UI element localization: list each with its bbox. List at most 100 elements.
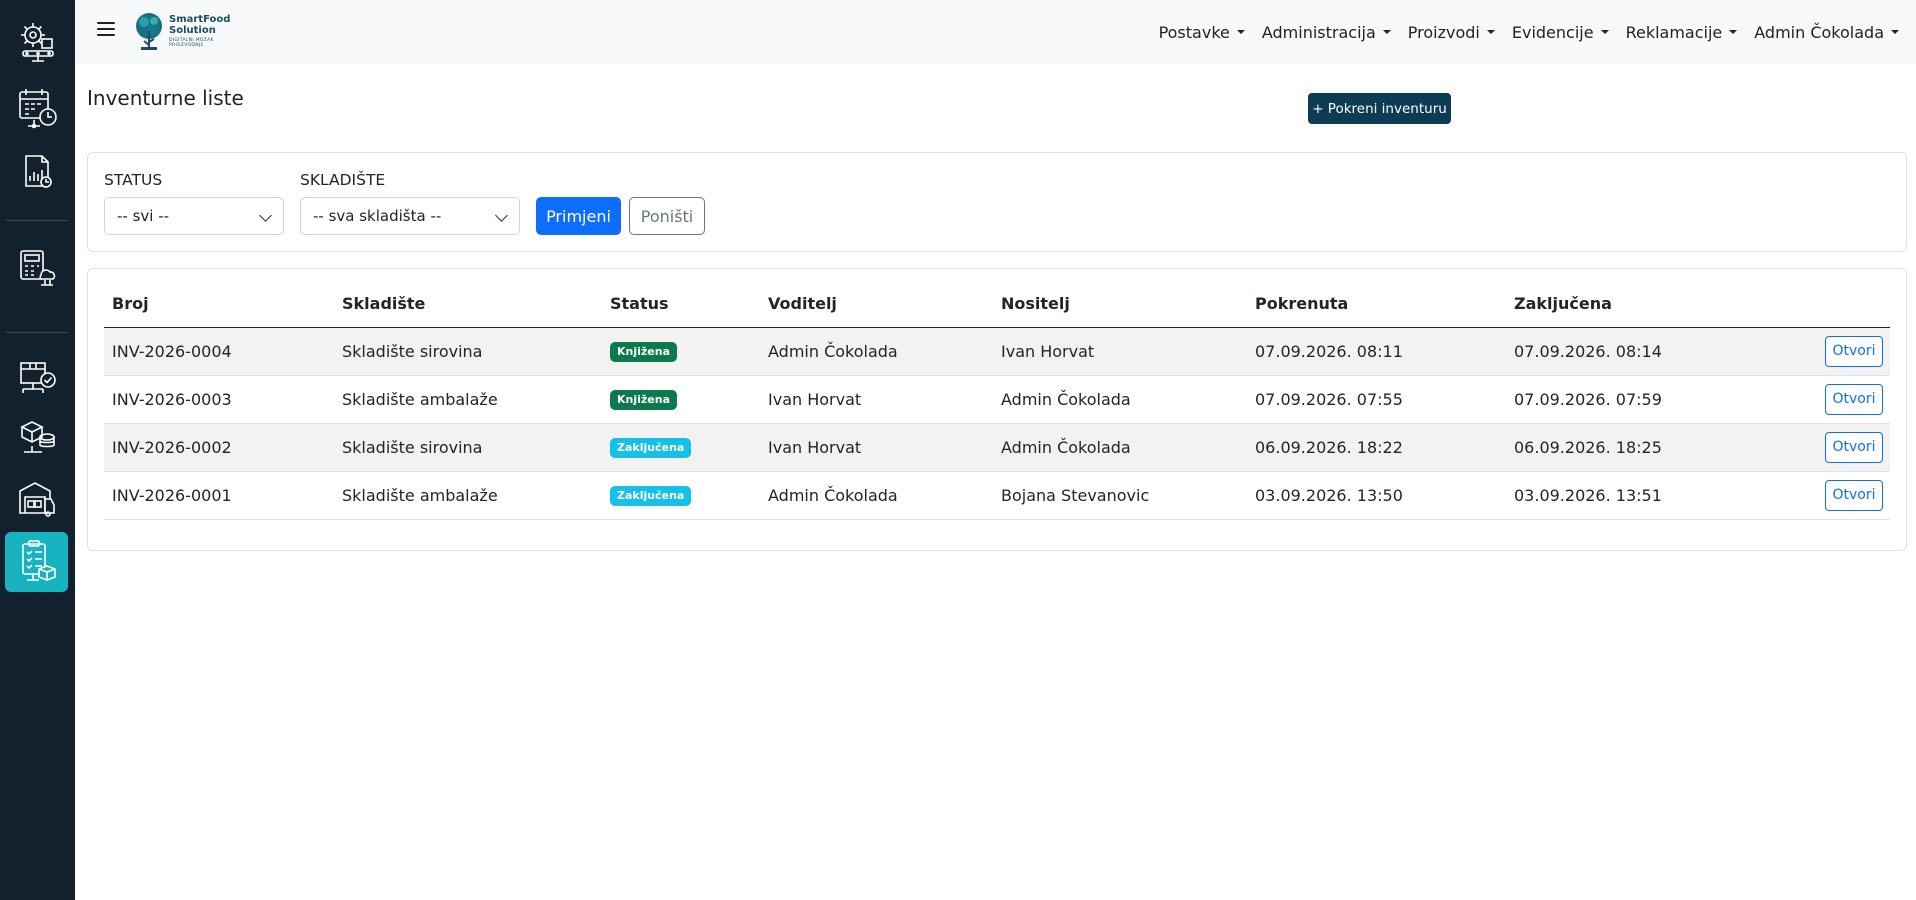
column-header: Nositelj <box>993 281 1247 328</box>
nav-products[interactable]: Proizvodi <box>1408 23 1495 42</box>
sidebar <box>0 0 75 900</box>
open-button[interactable]: Otvori <box>1825 383 1883 415</box>
lead-cell: Ivan Horvat <box>760 423 993 472</box>
app-logo[interactable]: SmartFood Solution DIGITALNI MOZAK PROIZVO… <box>132 11 232 53</box>
status-cell: Knjižena <box>602 327 760 376</box>
main-nav: Postavke Administracija Proizvodi Eviden… <box>1159 0 1916 64</box>
warehouse-cell: Skladište sirovina <box>334 327 602 376</box>
logo-text: SmartFood <box>169 14 231 25</box>
sidebar-item-costing[interactable] <box>5 238 68 298</box>
sidebar-item-receiving[interactable] <box>5 346 68 406</box>
column-header: Broj <box>104 281 334 328</box>
menu-toggle-icon[interactable] <box>97 22 115 38</box>
actions-cell: Otvori <box>1706 375 1890 424</box>
column-header: Skladište <box>334 281 602 328</box>
sidebar-item-inventory[interactable] <box>5 532 68 592</box>
caret-down-icon <box>1600 30 1609 34</box>
column-header: Status <box>602 281 760 328</box>
boxes-stack-icon <box>19 421 55 453</box>
actions-cell: Otvori <box>1706 471 1890 520</box>
table-header-row: Broj Skladište Status Voditelj Nositelj … <box>104 281 1890 328</box>
sidebar-divider <box>6 220 68 221</box>
open-button[interactable]: Otvori <box>1825 431 1883 463</box>
brain-tree-logo-icon <box>136 13 162 50</box>
warehouse-forklift-icon <box>18 482 55 517</box>
nav-complaints[interactable]: Reklamacije <box>1626 23 1738 42</box>
start-inventory-button[interactable]: + Pokreni inventuru <box>1308 93 1451 124</box>
column-header: Zaključena <box>1506 281 1706 328</box>
box-check-icon <box>19 362 56 393</box>
status-badge: Zaključena <box>610 438 692 458</box>
caret-down-icon <box>1236 30 1245 34</box>
started-cell: 07.09.2026. 08:11 <box>1247 327 1506 376</box>
table-row: INV-2026-0003 Skladište ambalaže Knjižena I… <box>104 375 1890 424</box>
nav-administration[interactable]: Administracija <box>1262 23 1391 42</box>
gear-conveyor-icon <box>20 23 54 62</box>
warehouse-select[interactable]: -- sva skladišta -- <box>300 197 520 235</box>
warehouse-filter-label: SKLADIŠTE <box>300 171 386 189</box>
filter-panel: STATUS -- svi -- SKLADIŠTE -- sva skladi… <box>87 152 1907 252</box>
actions-cell: Otvori <box>1706 423 1890 472</box>
inventory-number: INV-2026-0001 <box>104 471 334 520</box>
status-cell: Zaključena <box>602 423 760 472</box>
lead-cell: Admin Čokolada <box>760 327 993 376</box>
status-select[interactable]: -- svi -- <box>104 197 284 235</box>
logo-tagline: PROIZVODNJE <box>169 43 204 48</box>
apply-button[interactable]: Primjeni <box>536 197 621 235</box>
status-badge: Knjižena <box>610 390 678 410</box>
inventory-table-card: Broj Skladište Status Voditelj Nositelj … <box>87 268 1907 551</box>
inventory-number: INV-2026-0002 <box>104 423 334 472</box>
logo-text: Solution <box>169 25 216 36</box>
warehouse-cell: Skladište ambalaže <box>334 375 602 424</box>
table-row: INV-2026-0004 Skladište sirovina Knjižena A… <box>104 327 1890 376</box>
holder-cell: Bojana Stevanovic <box>993 471 1247 520</box>
sidebar-divider <box>6 332 68 333</box>
closed-cell: 07.09.2026. 08:14 <box>1506 327 1706 376</box>
open-button[interactable]: Otvori <box>1825 479 1883 511</box>
lead-cell: Ivan Horvat <box>760 375 993 424</box>
nav-settings[interactable]: Postavke <box>1159 23 1245 42</box>
warehouse-cell: Skladište sirovina <box>334 423 602 472</box>
sidebar-item-planning[interactable] <box>5 78 68 138</box>
warehouse-select-value: -- sva skladišta -- <box>313 207 442 225</box>
warehouse-cell: Skladište ambalaže <box>334 471 602 520</box>
column-header: Pokrenuta <box>1247 281 1506 328</box>
closed-cell: 03.09.2026. 13:51 <box>1506 471 1706 520</box>
clipboard-checklist-icon <box>21 540 56 581</box>
document-chart-icon <box>24 155 52 188</box>
status-badge: Knjižena <box>610 342 678 362</box>
status-cell: Knjižena <box>602 375 760 424</box>
started-cell: 07.09.2026. 07:55 <box>1247 375 1506 424</box>
sidebar-item-warehouse[interactable] <box>5 468 68 528</box>
reset-button[interactable]: Poništi <box>629 197 705 235</box>
nav-records[interactable]: Evidencije <box>1512 23 1609 42</box>
holder-cell: Admin Čokolada <box>993 375 1247 424</box>
holder-cell: Admin Čokolada <box>993 423 1247 472</box>
table-row: INV-2026-0001 Skladište ambalaže Zaključen… <box>104 471 1890 520</box>
page-title: Inventurne liste <box>87 86 244 110</box>
status-badge: Zaključena <box>610 486 692 506</box>
calculator-cloud-icon <box>19 250 55 286</box>
started-cell: 03.09.2026. 13:50 <box>1247 471 1506 520</box>
inventory-table: Broj Skladište Status Voditelj Nositelj … <box>104 281 1890 520</box>
nav-user-menu[interactable]: Admin Čokolada <box>1754 23 1899 42</box>
sidebar-item-reports[interactable] <box>5 142 68 202</box>
closed-cell: 06.09.2026. 18:25 <box>1506 423 1706 472</box>
holder-cell: Ivan Horvat <box>993 327 1247 376</box>
closed-cell: 07.09.2026. 07:59 <box>1506 375 1706 424</box>
status-select-value: -- svi -- <box>117 207 170 225</box>
caret-down-icon <box>1486 30 1495 34</box>
open-button[interactable]: Otvori <box>1825 335 1883 367</box>
column-header: Voditelj <box>760 281 993 328</box>
chevron-down-icon <box>259 209 272 222</box>
caret-down-icon <box>1382 30 1391 34</box>
sidebar-item-production[interactable] <box>5 12 68 72</box>
inventory-number: INV-2026-0004 <box>104 327 334 376</box>
started-cell: 06.09.2026. 18:22 <box>1247 423 1506 472</box>
sidebar-item-stock[interactable] <box>5 406 68 466</box>
chevron-down-icon <box>495 209 508 222</box>
calendar-clock-icon <box>18 89 57 129</box>
column-header-actions <box>1706 281 1890 328</box>
actions-cell: Otvori <box>1706 327 1890 376</box>
table-row: INV-2026-0002 Skladište sirovina Zaključen… <box>104 423 1890 472</box>
